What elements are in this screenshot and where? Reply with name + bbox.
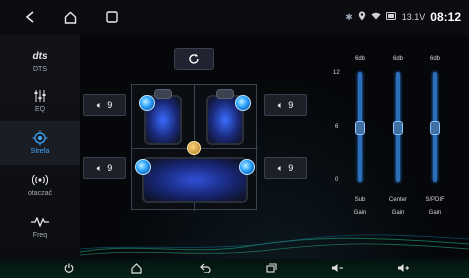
dts-logo: dts xyxy=(32,50,48,62)
speaker-icon: 🔈︎ xyxy=(277,99,284,110)
equalizer-icon xyxy=(33,89,47,103)
sidebar-item-label: DTS xyxy=(33,66,47,73)
sub-gain-knob[interactable] xyxy=(355,121,365,135)
location-icon xyxy=(358,11,366,23)
sidebar: dts DTS EQ Strefa otaczać Freq xyxy=(0,35,80,259)
back-icon[interactable] xyxy=(198,261,212,275)
recents-icon[interactable] xyxy=(264,261,278,275)
front-right-speaker[interactable] xyxy=(235,95,251,111)
center-gain-knob[interactable] xyxy=(393,121,403,135)
sidebar-item-dts[interactable]: dts DTS xyxy=(0,41,80,81)
spdif-gain-knob[interactable] xyxy=(430,121,440,135)
front-right-volume-button[interactable]: 🔈︎ 9 xyxy=(264,94,307,116)
spdif-gain-label-line1: S/PDIF xyxy=(425,197,445,203)
center-gain-label-line2: Gain xyxy=(391,210,405,216)
bottom-bar xyxy=(0,259,469,278)
eq-scale-mid: 6 xyxy=(335,124,339,130)
sidebar-item-label: EQ xyxy=(34,106,46,113)
speaker-icon: 🔈︎ xyxy=(96,162,103,173)
sidebar-item-label: otaczać xyxy=(27,190,53,197)
eq-scale-top: 12 xyxy=(333,70,340,76)
front-right-volume: 9 xyxy=(288,100,294,110)
sidebar-item-otaczac[interactable]: otaczać xyxy=(0,165,80,205)
eq-scale-bottom: 0 xyxy=(335,177,339,183)
decorative-wave xyxy=(80,222,469,259)
sidebar-item-strefa[interactable]: Strefa xyxy=(0,121,80,165)
front-left-headrest xyxy=(154,89,172,99)
speaker-icon: 🔈︎ xyxy=(96,99,103,110)
status-bar: ✱ 13.1V 08:12 xyxy=(0,0,469,35)
clock: 08:12 xyxy=(430,10,461,24)
spdif-gain-label-line2: Gain xyxy=(428,210,442,216)
front-left-speaker[interactable] xyxy=(139,95,155,111)
back-icon[interactable] xyxy=(21,8,39,26)
seat-layout[interactable] xyxy=(131,84,258,211)
rear-right-volume: 9 xyxy=(288,163,294,173)
zone-icon xyxy=(32,130,48,146)
battery-voltage: 13.1V xyxy=(401,12,426,22)
status-indicators: ✱ 13.1V 08:12 xyxy=(345,10,461,24)
home-icon[interactable] xyxy=(61,8,79,26)
rear-right-speaker[interactable] xyxy=(239,159,255,175)
volume-down-icon[interactable] xyxy=(330,261,344,275)
home-icon[interactable] xyxy=(129,261,143,275)
battery-icon xyxy=(385,12,397,22)
volume-up-icon[interactable] xyxy=(396,261,410,275)
frequency-icon xyxy=(31,215,49,229)
square-icon[interactable] xyxy=(103,8,121,26)
sub-gain-label: Sub Gain xyxy=(342,196,378,218)
sub-gain-value: 6db xyxy=(354,56,365,62)
spdif-gain-value: 6db xyxy=(429,56,440,62)
reset-button[interactable] xyxy=(174,48,214,70)
center-gain-value: 6db xyxy=(392,56,403,62)
sidebar-item-label: Freq xyxy=(32,232,48,239)
rear-left-speaker[interactable] xyxy=(135,159,151,175)
power-icon[interactable] xyxy=(62,261,76,275)
rear-bench[interactable] xyxy=(142,157,248,203)
sidebar-item-eq[interactable]: EQ xyxy=(0,81,80,121)
spdif-gain-label: S/PDIF Gain xyxy=(417,196,453,218)
wifi-icon xyxy=(371,12,381,22)
front-left-volume-button[interactable]: 🔈︎ 9 xyxy=(83,94,126,116)
listening-position[interactable] xyxy=(187,141,201,155)
speaker-icon: 🔈︎ xyxy=(277,162,284,173)
sub-gain-label-line1: Sub xyxy=(354,197,366,203)
sub-gain-label-line2: Gain xyxy=(353,210,367,216)
center-gain-label-line1: Center xyxy=(388,197,407,203)
rear-right-volume-button[interactable]: 🔈︎ 9 xyxy=(264,157,307,179)
rear-left-volume-button[interactable]: 🔈︎ 9 xyxy=(83,157,126,179)
front-right-headrest xyxy=(216,89,234,99)
center-gain-label: Center Gain xyxy=(380,196,416,218)
front-left-volume: 9 xyxy=(107,100,113,110)
rear-left-volume: 9 xyxy=(107,163,113,173)
bluetooth-icon: ✱ xyxy=(345,11,353,22)
reset-icon xyxy=(189,53,199,64)
sidebar-item-freq[interactable]: Freq xyxy=(0,207,80,247)
sidebar-item-label: Strefa xyxy=(30,148,50,155)
surround-icon xyxy=(32,173,48,187)
